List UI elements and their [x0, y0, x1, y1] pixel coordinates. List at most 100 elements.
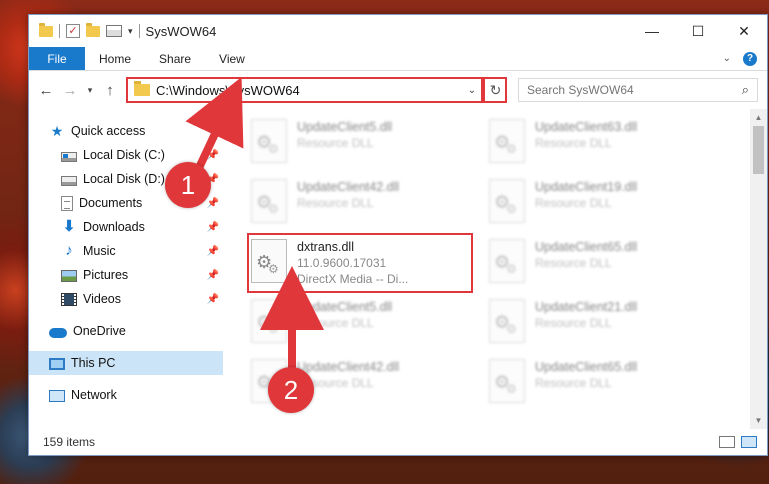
quick-access-toolbar: ✓ ▾: [29, 22, 140, 38]
chevron-down-icon[interactable]: ▾: [128, 26, 133, 37]
up-button[interactable]: ↑: [99, 79, 121, 101]
nav-item-pictures[interactable]: Pictures 📌: [29, 263, 223, 287]
file-name: UpdateClient42.dll: [297, 360, 400, 374]
file-name: UpdateClient65.dll: [535, 240, 638, 254]
step-1-callout: 1: [165, 162, 211, 208]
search-icon[interactable]: ⌕: [742, 82, 749, 98]
search-input[interactable]: [527, 83, 742, 97]
forward-button[interactable]: →: [59, 79, 81, 101]
disk-icon: [61, 151, 77, 162]
dll-file-icon: [489, 179, 525, 223]
minimize-button[interactable]: —: [629, 15, 675, 47]
expand-ribbon-icon[interactable]: ⌄: [723, 53, 731, 64]
documents-icon: [61, 195, 73, 211]
file-type: Resource DLL: [535, 376, 612, 390]
file-item[interactable]: UpdateClient63.dll Resource DLL: [485, 113, 723, 173]
window-title: SysWOW64: [145, 23, 217, 39]
disk-icon: [61, 175, 77, 186]
large-icons-view-icon[interactable]: [741, 436, 757, 448]
item-count: 159 items: [43, 435, 96, 449]
file-name: UpdateClient63.dll: [535, 120, 638, 134]
tab-share[interactable]: Share: [145, 47, 205, 70]
nav-item-network[interactable]: Network: [29, 383, 223, 407]
file-item[interactable]: UpdateClient5.dll Resource DLL: [247, 293, 485, 353]
file-type: Resource DLL: [297, 136, 374, 150]
scroll-down-arrow-icon[interactable]: ▼: [750, 412, 767, 429]
back-button[interactable]: ←: [35, 79, 57, 101]
tab-view[interactable]: View: [205, 47, 259, 70]
file-item[interactable]: UpdateClient65.dll Resource DLL: [485, 353, 723, 413]
view-buttons: [719, 436, 767, 448]
pin-icon: 📌: [206, 221, 219, 233]
file-item-dxtrans[interactable]: dxtrans.dll 11.0.9600.17031 DirectX Medi…: [247, 233, 473, 293]
new-folder-icon[interactable]: [86, 22, 100, 37]
address-path[interactable]: C:\Windows\SysWOW64: [156, 83, 463, 98]
content-area: ★ Quick access Local Disk (C:) 📌 Local D…: [29, 109, 767, 429]
nav-item-music[interactable]: ♪ Music 📌: [29, 239, 223, 263]
dll-file-icon: [251, 179, 287, 223]
vertical-scrollbar[interactable]: ▲ ▼: [750, 109, 767, 429]
file-name: UpdateClient21.dll: [535, 300, 638, 314]
dll-file-icon: [489, 119, 525, 163]
address-dropdown-icon[interactable]: ⌄: [463, 85, 481, 96]
nav-item-label: Downloads: [83, 220, 145, 234]
close-button[interactable]: ✕: [721, 15, 767, 47]
file-type: Resource DLL: [535, 136, 612, 150]
help-icon[interactable]: ?: [743, 51, 757, 66]
nav-item-quick-access[interactable]: ★ Quick access: [29, 119, 223, 143]
tab-home[interactable]: Home: [85, 47, 145, 70]
window-controls: — ☐ ✕: [629, 15, 767, 47]
file-type: Resource DLL: [297, 316, 374, 330]
pin-icon: 📌: [206, 197, 219, 209]
file-description: DirectX Media -- Di...: [297, 272, 409, 286]
pin-icon: 📌: [206, 293, 219, 305]
nav-item-downloads[interactable]: ⬇ Downloads 📌: [29, 215, 223, 239]
scroll-up-arrow-icon[interactable]: ▲: [750, 109, 767, 126]
nav-item-label: Videos: [83, 292, 121, 306]
dll-file-icon: [251, 299, 287, 343]
file-item[interactable]: UpdateClient19.dll Resource DLL: [485, 173, 723, 233]
nav-item-this-pc[interactable]: This PC: [29, 351, 223, 375]
navigation-pane: ★ Quick access Local Disk (C:) 📌 Local D…: [29, 109, 223, 429]
title-bar: ✓ ▾ SysWOW64 — ☐ ✕: [29, 15, 767, 47]
customize-toolbar-icon[interactable]: [106, 25, 122, 37]
dll-file-icon: [489, 299, 525, 343]
dll-file-icon: [251, 239, 287, 283]
file-name: UpdateClient65.dll: [535, 360, 638, 374]
nav-item-videos[interactable]: Videos 📌: [29, 287, 223, 311]
nav-item-label: Network: [71, 388, 117, 402]
downloads-icon: ⬇: [62, 218, 76, 235]
tab-file[interactable]: File: [29, 47, 85, 70]
pin-icon: 📌: [206, 269, 219, 281]
music-icon: ♪: [65, 242, 73, 259]
file-explorer-window: ✓ ▾ SysWOW64 — ☐ ✕ File Home Share View …: [28, 14, 768, 456]
file-item[interactable]: UpdateClient5.dll Resource DLL: [247, 113, 485, 173]
search-box[interactable]: ⌕: [518, 78, 758, 102]
folder-icon: [39, 22, 53, 37]
scroll-thumb[interactable]: [753, 126, 764, 174]
properties-check-icon[interactable]: ✓: [66, 24, 80, 38]
nav-item-label: This PC: [71, 356, 116, 370]
step-2-callout: 2: [268, 367, 314, 413]
file-item[interactable]: UpdateClient42.dll Resource DLL: [247, 173, 485, 233]
address-bar[interactable]: C:\Windows\SysWOW64 ⌄: [126, 77, 483, 103]
refresh-button[interactable]: ↻: [483, 77, 507, 103]
ribbon-tabs: File Home Share View ⌄ ?: [29, 47, 767, 71]
maximize-button[interactable]: ☐: [675, 15, 721, 47]
divider: [138, 24, 140, 38]
videos-icon: [61, 293, 77, 306]
file-item[interactable]: UpdateClient21.dll Resource DLL: [485, 293, 723, 353]
details-view-icon[interactable]: [719, 436, 735, 448]
nav-item-label: Pictures: [83, 268, 129, 282]
file-type: Resource DLL: [535, 196, 612, 210]
dll-file-icon: [489, 239, 525, 283]
pin-icon: 📌: [206, 245, 219, 257]
file-name: UpdateClient19.dll: [535, 180, 638, 194]
file-item[interactable]: UpdateClient65.dll Resource DLL: [485, 233, 723, 293]
star-icon: ★: [50, 123, 64, 139]
navigation-bar: ← → ▾ ↑ C:\Windows\SysWOW64 ⌄ ↻ ⌕: [29, 71, 767, 109]
recent-locations-button[interactable]: ▾: [83, 79, 97, 101]
status-bar: 159 items: [29, 429, 767, 455]
nav-item-label: Music: [83, 244, 116, 258]
nav-item-onedrive[interactable]: OneDrive: [29, 319, 223, 343]
